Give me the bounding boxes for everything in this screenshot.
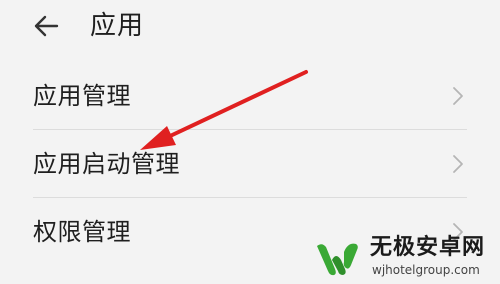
list-item-label: 权限管理: [33, 218, 131, 246]
list-item-app-launch-management[interactable]: 应用启动管理: [0, 130, 500, 198]
back-button[interactable]: [32, 12, 60, 40]
page-title: 应用: [90, 11, 145, 41]
list-item-label: 应用管理: [33, 82, 131, 110]
watermark: 无极安卓网 wjhotelgroup.com: [314, 230, 500, 284]
chevron-right-icon: [453, 87, 463, 105]
list-item-app-management[interactable]: 应用管理: [0, 62, 500, 130]
watermark-logo: [317, 243, 358, 276]
watermark-url: wjhotelgroup.com: [372, 263, 480, 277]
watermark-name: 无极安卓网: [370, 235, 486, 260]
chevron-right-icon: [453, 155, 463, 173]
app-header: 应用: [0, 0, 500, 62]
back-arrow-icon: [34, 15, 59, 37]
list-item-label: 应用启动管理: [33, 150, 180, 178]
